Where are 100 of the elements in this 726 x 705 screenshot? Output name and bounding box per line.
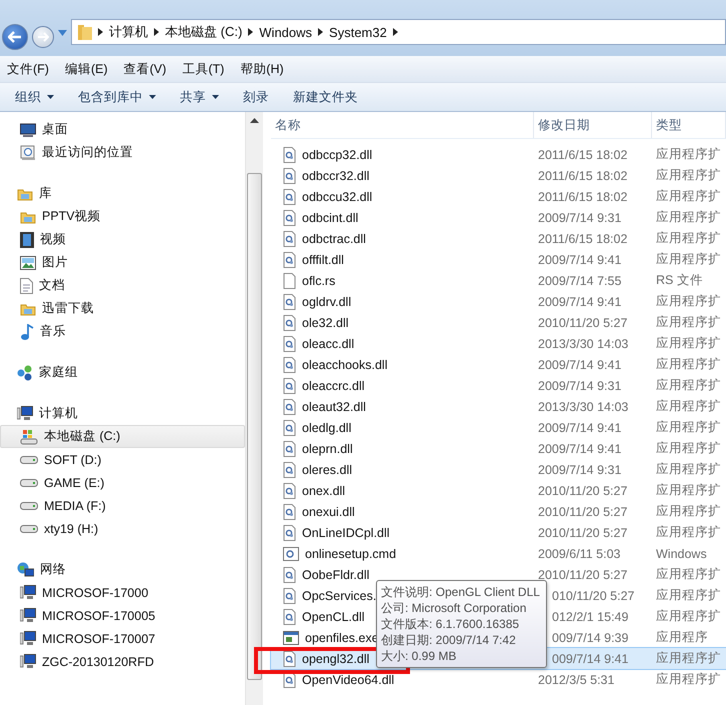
sidebar-group[interactable]: 计算机 [0, 402, 245, 425]
drive-icon [20, 502, 38, 510]
sidebar-item[interactable]: 本地磁盘 (C:) [0, 425, 245, 448]
scrollbar[interactable] [245, 112, 263, 705]
file-name[interactable]: OpenVideo64.dll [302, 672, 394, 686]
file-name[interactable]: OobeFldr.dll [302, 568, 370, 582]
sidebar-item[interactable]: 图片 [0, 251, 245, 274]
forward-button[interactable] [32, 26, 54, 48]
file-name[interactable]: odbctrac.dll [302, 232, 366, 246]
column-header[interactable]: 修改日期 [534, 112, 652, 138]
sidebar-item[interactable]: SOFT (D:) [0, 448, 245, 471]
caret-icon [47, 95, 54, 99]
sidebar-item[interactable]: ZGC-20130120RFD [0, 650, 245, 673]
sidebar-group[interactable]: 库 [0, 182, 245, 205]
library-icon [17, 186, 33, 200]
file-name[interactable]: oleprn.dll [302, 442, 353, 456]
back-button[interactable] [2, 24, 28, 50]
sidebar-item[interactable]: 音乐 [0, 320, 245, 343]
file-type: 应用程序扩 [655, 209, 722, 226]
column-header[interactable]: 名称 [271, 112, 534, 138]
file-name[interactable]: OpenCL.dll [302, 610, 365, 624]
file-type: 应用程序扩 [655, 482, 722, 499]
drive-icon [20, 456, 38, 464]
file-name[interactable]: OpcServices. [302, 588, 376, 602]
chevron-icon [154, 28, 159, 36]
toolbar-button[interactable]: 新建文件夹 [293, 88, 358, 106]
breadcrumb-item[interactable]: Windows [259, 24, 312, 40]
sidebar-item[interactable]: MEDIA (F:) [0, 494, 245, 517]
file-date: 2010/11/20 5:27 [537, 526, 628, 540]
toolbar-button[interactable]: 组织 [15, 88, 54, 106]
file-date: 2011/6/15 18:02 [537, 168, 628, 182]
file-name[interactable]: onexui.dll [302, 504, 355, 518]
library-icon [20, 302, 36, 316]
file-name[interactable]: oleaccrc.dll [302, 378, 365, 392]
menu-item[interactable]: 文件(F) [7, 60, 49, 78]
file-type: 应用程序扩 [655, 671, 722, 688]
image-icon [20, 256, 36, 270]
file-name[interactable]: odbccp32.dll [302, 148, 372, 162]
sidebar-item[interactable]: 桌面 [0, 118, 245, 141]
breadcrumb-item[interactable]: 计算机 [109, 23, 148, 41]
sidebar-item[interactable]: GAME (E:) [0, 471, 245, 494]
scroll-up-icon[interactable] [250, 118, 259, 123]
file-name[interactable]: oflc.rs [302, 274, 336, 288]
file-type: 应用程序扩 [655, 419, 722, 436]
file-name[interactable]: onex.dll [302, 484, 346, 498]
menu-item[interactable]: 工具(T) [182, 60, 224, 78]
sidebar-item[interactable]: xty19 (H:) [0, 517, 245, 540]
file-type: 应用程序扩 [655, 251, 722, 268]
toolbar-button[interactable]: 刻录 [243, 88, 269, 106]
menu-item[interactable]: 查看(V) [124, 60, 166, 78]
file-name[interactable]: opengl32.dll [302, 652, 370, 666]
sidebar-group[interactable]: 家庭组 [0, 361, 245, 384]
toolbar-button[interactable]: 共享 [180, 88, 219, 106]
file-name[interactable]: ogldrv.dll [302, 294, 352, 308]
file-name[interactable]: oleres.dll [302, 462, 352, 476]
file-type: 应用程序扩 [655, 293, 722, 310]
file-date: 2009/6/11 5:03 [537, 546, 622, 560]
file-date: 2010/11/20 5:27 [537, 316, 628, 330]
back-arrow-icon [8, 31, 22, 43]
menu-item[interactable]: 帮助(H) [240, 60, 284, 78]
file-date: 012/2/1 15:49 [551, 610, 630, 624]
sidebar-item[interactable]: 最近访问的位置 [0, 141, 245, 164]
file-type: 应用程序扩 [655, 377, 722, 394]
file-name[interactable]: odbccu32.dll [302, 190, 372, 204]
sidebar-item[interactable]: 视频 [0, 228, 245, 251]
menu-item[interactable]: 编辑(E) [64, 60, 108, 78]
file-name[interactable]: odbccr32.dll [302, 168, 370, 182]
sidebar-item[interactable]: MICROSOF-17000 [0, 581, 245, 604]
file-date: 2009/7/14 9:41 [537, 442, 622, 456]
file-date: 2013/3/30 14:03 [537, 400, 630, 414]
file-name[interactable]: ole32.dll [302, 316, 349, 330]
column-header[interactable]: 类型 [652, 112, 726, 138]
sidebar-item[interactable]: 迅雷下载 [0, 297, 245, 320]
file-name[interactable]: oleacchooks.dll [302, 358, 388, 372]
address-bar[interactable]: 计算机 本地磁盘 (C:) Windows System32 [71, 19, 726, 45]
history-dropdown-icon[interactable] [58, 30, 67, 36]
file-date: 2011/6/15 18:02 [537, 232, 628, 246]
breadcrumb-item[interactable]: 本地磁盘 (C:) [165, 23, 242, 41]
sidebar-item[interactable]: MICROSOF-170007 [0, 627, 245, 650]
file-date: 2009/7/14 9:31 [537, 210, 622, 224]
breadcrumb-item[interactable]: System32 [329, 24, 387, 40]
file-name[interactable]: OnLineIDCpl.dll [302, 526, 390, 540]
toolbar-button[interactable]: 包含到库中 [78, 88, 156, 106]
sidebar-item[interactable]: 文档 [0, 274, 245, 297]
file-name[interactable]: onlinesetup.cmd [305, 546, 396, 560]
tooltip-line: 文件说明: OpenGL Client DLL [381, 584, 541, 600]
chevron-icon [392, 28, 398, 36]
file-name[interactable]: oleaut32.dll [302, 400, 366, 414]
sidebar-group[interactable]: 网络 [0, 558, 245, 581]
file-name[interactable]: odbcint.dll [302, 210, 358, 224]
file-name[interactable]: openfiles.exe [305, 630, 379, 644]
file-name[interactable]: offfilt.dll [302, 252, 344, 266]
file-name[interactable]: oledlg.dll [302, 420, 352, 434]
sidebar-item[interactable]: MICROSOF-170005 [0, 604, 245, 627]
chevron-icon [248, 28, 254, 36]
file-type: 应用程序扩 [655, 461, 722, 478]
sidebar-item[interactable]: PPTV视频 [0, 205, 245, 228]
file-type: 应用程序扩 [655, 188, 722, 205]
file-type: 应用程序扩 [655, 230, 722, 247]
file-name[interactable]: oleacc.dll [302, 336, 354, 350]
